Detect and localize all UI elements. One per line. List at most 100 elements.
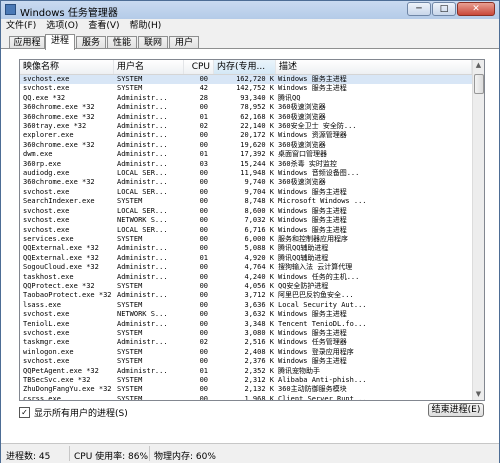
title-bar[interactable]: Windows 任务管理器 ─ □ ✕ [1, 1, 499, 19]
table-row[interactable]: 360tray.exe *32 Administr... 02 22,140 K 360… [20, 122, 472, 131]
table-row[interactable]: svchost.exe NETWORK S... 00 3,632 K Windows … [20, 310, 472, 319]
menu-file[interactable]: 文件(F) [1, 19, 41, 33]
table-row[interactable]: winlogon.exe SYSTEM 00 2,408 K Windows 登录应用程… [20, 348, 472, 357]
table-row[interactable]: audiodg.exe LOCAL SER... 00 11,948 K Windows… [20, 169, 472, 178]
process-cpu-cell: 00 [199, 103, 208, 112]
table-row[interactable]: svchost.exe LOCAL SER... 00 9,704 K Windows … [20, 188, 472, 197]
table-row[interactable]: svchost.exe NETWORK S... 00 7,032 K Windows … [20, 216, 472, 225]
process-name-cell: QQProtect.exe *32 [23, 281, 95, 290]
table-row[interactable]: dwm.exe Administr... 01 17,392 K 桌面窗口管理器 [20, 150, 472, 159]
end-process-button[interactable]: 结束进程(E) [428, 403, 484, 417]
process-description-cell: 腾讯宠物助手 [278, 366, 320, 375]
process-memory-cell: 3,080 K [244, 328, 274, 337]
process-cpu-cell: 01 [199, 112, 208, 121]
show-all-users-checkbox[interactable]: ✓ [19, 406, 30, 418]
column-user-name[interactable]: 用户名 [114, 60, 184, 74]
table-row[interactable]: 360chrome.exe *32 Administr... 01 62,168 K 3… [20, 113, 472, 122]
process-description-cell: 搜狗输入法 云计算代理 [278, 263, 353, 272]
minimize-button[interactable]: ─ [407, 2, 431, 16]
menu-bar: 文件(F) 选项(O) 查看(V) 帮助(H) [1, 19, 499, 33]
process-cpu-cell: 00 [199, 376, 208, 384]
process-description-cell: 腾讯QQ辅助进程 [278, 253, 329, 262]
table-row[interactable]: 360chrome.exe *32 Administr... 00 19,620 K 3… [20, 141, 472, 150]
process-cpu-cell: 28 [199, 93, 208, 102]
process-user-cell: Administr... [117, 93, 168, 102]
show-all-users-option[interactable]: ✓ 显示所有用户的进程(S) [19, 406, 128, 419]
process-description-cell: Windows 服务主进程 [278, 225, 347, 234]
scrollbar-thumb[interactable] [474, 74, 484, 94]
table-row[interactable]: TBSecSvc.exe *32 SYSTEM 00 2,312 K Alibaba A… [20, 376, 472, 385]
table-row[interactable]: QQExternal.exe *32 Administr... 01 4,920 K 腾… [20, 254, 472, 263]
table-row[interactable]: svchost.exe SYSTEM 00 2,376 K Windows 服务主进程 [20, 357, 472, 366]
process-description-cell: Windows 服务主进程 [278, 84, 347, 93]
process-name-cell: svchost.exe [23, 206, 70, 215]
table-row[interactable]: QQPetAgent.exe *32 Administr... 01 2,352 K 腾… [20, 367, 472, 376]
process-user-cell: Administr... [117, 263, 168, 272]
table-row[interactable]: 360chrome.exe *32 Administr... 00 78,952 K 3… [20, 103, 472, 112]
maximize-button[interactable]: □ [432, 2, 456, 16]
table-row[interactable]: 360rp.exe Administr... 03 15,244 K 360杀毒 实时监… [20, 160, 472, 169]
column-memory[interactable]: 内存(专用... [214, 60, 276, 74]
menu-help[interactable]: 帮助(H) [125, 19, 167, 33]
task-manager-window: Windows 任务管理器 ─ □ ✕ 文件(F) 选项(O) 查看(V) 帮助… [0, 0, 500, 463]
table-row[interactable]: taskhost.exe Administr... 00 4,240 K Windows… [20, 273, 472, 282]
process-description-cell: 桌面窗口管理器 [278, 150, 327, 159]
tab-processes[interactable]: 进程 [45, 34, 75, 50]
table-row[interactable]: csrss.exe SYSTEM 00 1,968 K Client Server Ru… [20, 395, 472, 400]
vertical-scrollbar[interactable]: ▲ ▼ [472, 60, 484, 400]
menu-view[interactable]: 查看(V) [83, 19, 124, 33]
process-name-cell: ZhuDongFangYu.exe *32 [23, 385, 111, 394]
table-row[interactable]: svchost.exe LOCAL SER... 00 6,716 K Windows … [20, 226, 472, 235]
process-memory-cell: 6,000 K [244, 234, 274, 243]
process-name-cell: dwm.exe [23, 150, 53, 159]
status-cpu-usage: CPU 使用率: 86% [74, 452, 149, 462]
process-memory-cell: 2,352 K [244, 366, 274, 375]
process-memory-cell: 8,600 K [244, 206, 274, 215]
process-name-cell: svchost.exe [23, 310, 70, 319]
process-user-cell: Administr... [117, 150, 168, 159]
process-description-cell: Microsoft Windows ... [278, 197, 367, 206]
scroll-down-arrow-icon[interactable]: ▼ [473, 389, 484, 400]
table-row[interactable]: QQExternal.exe *32 Administr... 00 5,088 K 腾… [20, 244, 472, 253]
table-row[interactable]: lsass.exe SYSTEM 00 3,636 K Local Security A… [20, 301, 472, 310]
column-description[interactable]: 描述 [276, 60, 472, 74]
scroll-up-arrow-icon[interactable]: ▲ [473, 60, 484, 71]
table-row[interactable]: taskmgr.exe Administr... 02 2,516 K Windows … [20, 338, 472, 347]
table-row[interactable]: SearchIndexer.exe SYSTEM 00 8,748 K Microsof… [20, 197, 472, 206]
table-row[interactable]: svchost.exe SYSTEM 00 3,080 K Windows 服务主进程 [20, 329, 472, 338]
table-row[interactable]: TeniolL.exe Administr... 00 3,348 K Tencent … [20, 320, 472, 329]
table-row[interactable]: SogouCloud.exe *32 Administr... 00 4,764 K 搜… [20, 263, 472, 272]
process-name-cell: 360tray.exe *32 [23, 122, 87, 131]
process-description-cell: Windows 服务主进程 [278, 216, 347, 225]
menu-options[interactable]: 选项(O) [41, 19, 83, 33]
column-image-name[interactable]: 映像名称 [20, 60, 114, 74]
column-cpu[interactable]: CPU [184, 60, 214, 74]
table-row[interactable]: 360chrome.exe *32 Administr... 00 9,740 K 36… [20, 178, 472, 187]
process-description-cell: 腾讯QQ [278, 93, 301, 102]
process-memory-cell: 4,056 K [244, 281, 274, 290]
table-row[interactable]: svchost.exe SYSTEM 00 162,720 K Windows 服务主进… [20, 75, 472, 85]
process-description-cell: Windows 服务主进程 [278, 75, 347, 83]
process-name-cell: lsass.exe [23, 300, 61, 309]
process-description-cell: Windows 服务主进程 [278, 357, 347, 366]
status-divider [149, 446, 150, 461]
close-button[interactable]: ✕ [457, 2, 495, 16]
process-memory-cell: 3,348 K [244, 319, 274, 328]
process-memory-cell: 20,172 K [240, 131, 274, 140]
process-memory-cell: 162,720 K [236, 75, 274, 83]
process-memory-cell: 3,636 K [244, 300, 274, 309]
process-memory-cell: 9,704 K [244, 187, 274, 196]
table-row[interactable]: svchost.exe LOCAL SER... 00 8,600 K Windows … [20, 207, 472, 216]
process-name-cell: svchost.exe [23, 225, 70, 234]
table-row[interactable]: QQ.exe *32 Administr... 28 93,340 K 腾讯QQ [20, 94, 472, 103]
process-memory-cell: 4,920 K [244, 253, 274, 262]
table-row[interactable]: QQProtect.exe *32 SYSTEM 00 4,056 K QQ安全防护进程 [20, 282, 472, 291]
process-list[interactable]: 映像名称 用户名 CPU 内存(专用... 描述 svchost.exe SYST… [19, 59, 485, 401]
table-row[interactable]: explorer.exe Administr... 00 20,172 K Window… [20, 131, 472, 140]
process-cpu-cell: 00 [199, 385, 208, 394]
table-row[interactable]: ZhuDongFangYu.exe *32 SYSTEM 00 2,132 K 360主… [20, 385, 472, 394]
table-row[interactable]: TaobaoProtect.exe *32 Administr... 00 3,712… [20, 291, 472, 300]
table-row[interactable]: svchost.exe SYSTEM 42 142,752 K Windows 服务主进… [20, 84, 472, 93]
process-name-cell: QQ.exe *32 [23, 93, 66, 102]
table-row[interactable]: services.exe SYSTEM 00 6,000 K 服务和控制器应用程序 [20, 235, 472, 244]
